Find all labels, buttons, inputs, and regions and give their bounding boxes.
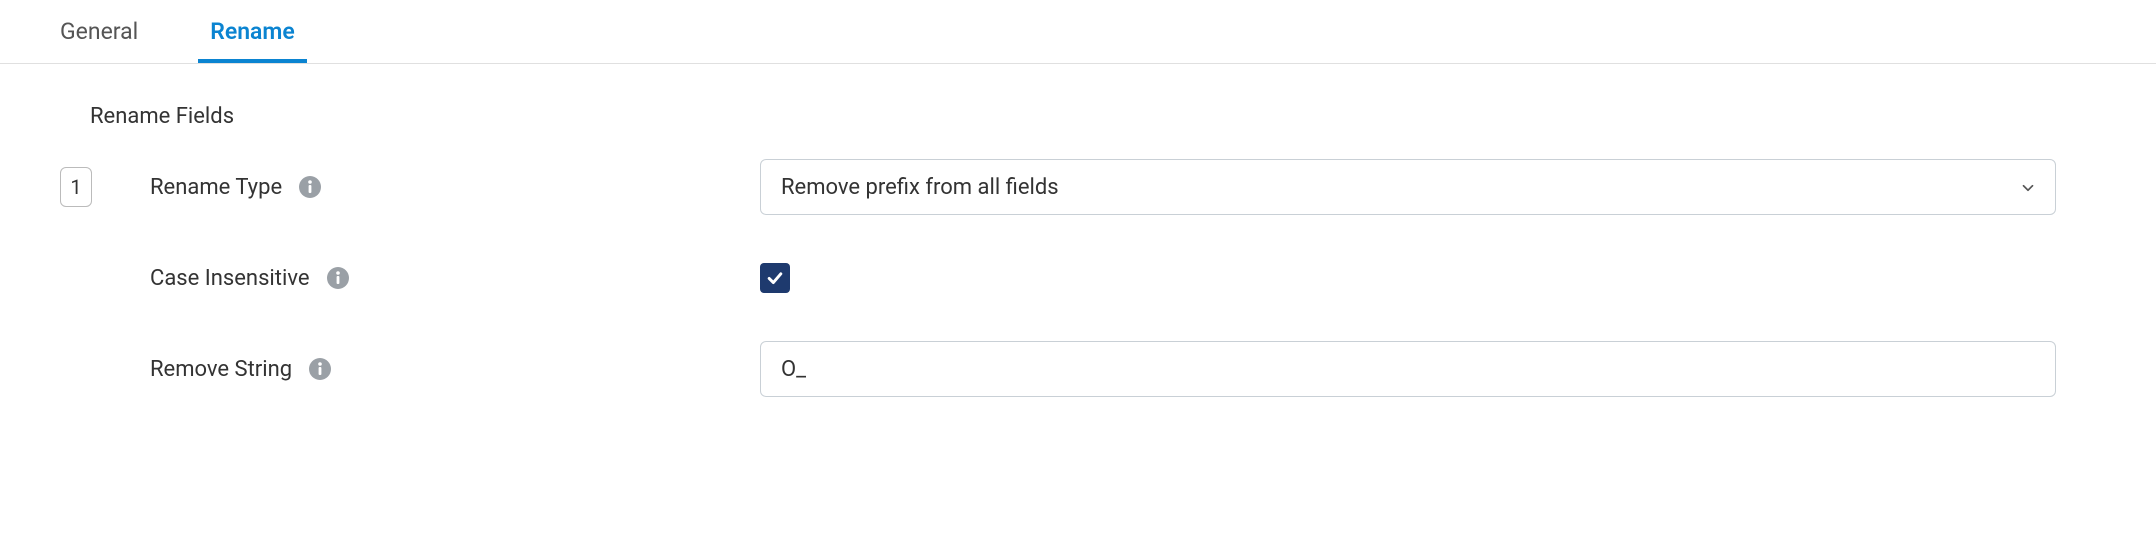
tab-rename[interactable]: Rename	[198, 0, 307, 63]
case-insensitive-label: Case Insensitive	[150, 266, 310, 291]
info-icon[interactable]	[298, 175, 322, 199]
row-remove-string: Remove String	[60, 341, 2116, 397]
remove-string-label: Remove String	[150, 357, 292, 382]
remove-string-input[interactable]	[760, 341, 2056, 397]
chevron-down-icon	[2019, 178, 2037, 196]
rename-type-label: Rename Type	[150, 175, 282, 200]
case-insensitive-checkbox[interactable]	[760, 263, 790, 293]
tab-general[interactable]: General	[48, 0, 150, 63]
section-title: Rename Fields	[90, 104, 2116, 129]
form-content: Rename Fields 1 Rename Type Remove prefi…	[0, 64, 2156, 437]
row-case-insensitive: Case Insensitive	[60, 263, 2116, 293]
rename-type-value: Remove prefix from all fields	[781, 175, 1059, 200]
tab-bar: General Rename	[0, 0, 2156, 64]
info-icon[interactable]	[326, 266, 350, 290]
row-index-badge: 1	[60, 167, 92, 207]
rename-type-select[interactable]: Remove prefix from all fields	[760, 159, 2056, 215]
info-icon[interactable]	[308, 357, 332, 381]
row-rename-type: 1 Rename Type Remove prefix from all fie…	[60, 159, 2116, 215]
